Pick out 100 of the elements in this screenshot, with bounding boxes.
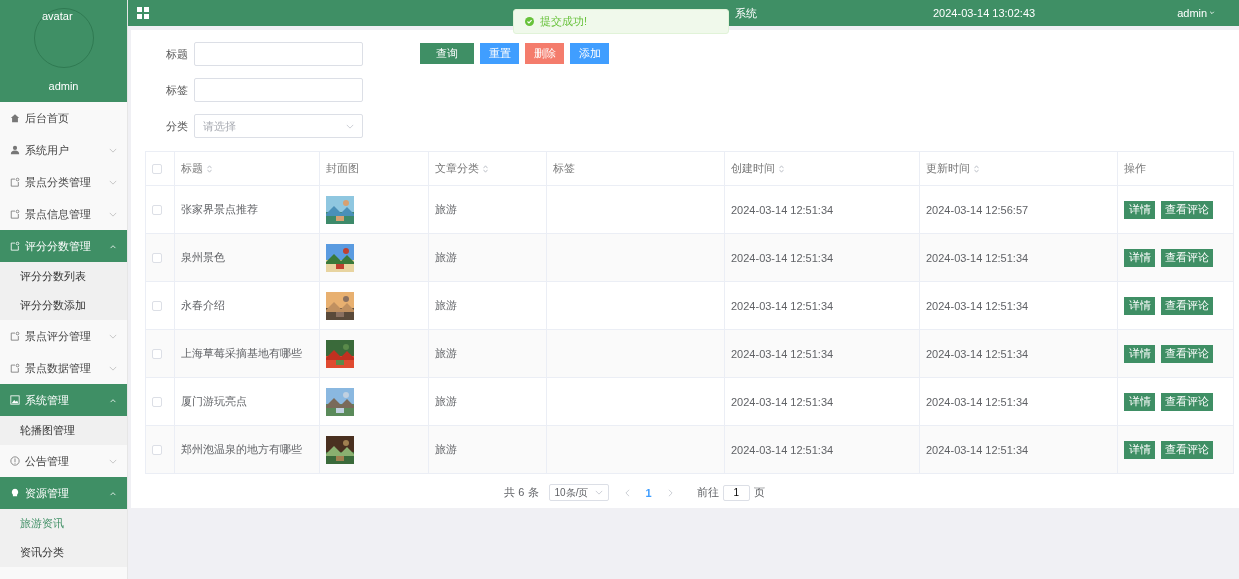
chevron-icon [109,490,117,496]
row-action-button[interactable]: 详情 [1124,200,1155,219]
table-cell: 2024-03-14 12:51:34 [926,395,1029,408]
previous-page-icon[interactable] [624,488,630,497]
table-cell: 旅游 [435,202,457,217]
app-title: 系统 [735,5,757,21]
image-icon [10,395,20,405]
table-cell: 上海草莓采摘基地有哪些 [181,346,302,361]
table-cell: 2024-03-14 12:51:34 [926,299,1029,312]
table-cell: 旅游 [435,442,457,457]
submenu-item[interactable]: 轮播图管理 [0,416,127,445]
field-label: 分类 [165,118,189,134]
action-button[interactable]: 添加 [570,43,609,64]
action-button[interactable]: 删除 [525,43,564,64]
row-action-button[interactable]: 详情 [1124,440,1155,459]
grid-icon[interactable] [137,7,149,19]
table-cell: 2024-03-14 12:51:34 [731,203,834,216]
table-cell: 泉州景色 [181,250,225,265]
column-header: 操作 [1124,161,1146,176]
table-cell: 旅游 [435,250,457,265]
input-field[interactable] [194,78,363,102]
row-action-button[interactable]: 详情 [1124,344,1155,363]
chevron-icon [109,147,117,153]
date-time: 2024-03-14 13:02:43 [933,7,1036,19]
submenu-item[interactable]: 资讯分类 [0,538,127,567]
user-menu[interactable]: admin [1177,7,1216,19]
column-header[interactable]: 文章分类 [435,161,479,176]
check-circle-icon [525,17,534,26]
row-checkbox[interactable] [152,396,162,407]
row-action-button[interactable]: 查看评论 [1161,344,1213,363]
row-action-button[interactable]: 查看评论 [1161,200,1213,219]
row-action-button[interactable]: 查看评论 [1161,392,1213,411]
sort-icon[interactable] [779,164,784,173]
document-icon [10,209,20,219]
page-input[interactable]: 1 [722,484,750,501]
bulb-icon [10,488,20,498]
page-suffix: 页 [753,485,765,500]
goto-label: 前往 [696,485,719,500]
table-cell: 2024-03-14 12:56:57 [926,203,1029,216]
sort-icon[interactable] [483,164,488,173]
column-header[interactable]: 创建时间 [731,161,775,176]
document-icon [10,363,20,373]
chevron-icon [109,333,117,339]
select-all-checkbox[interactable] [152,163,162,174]
select-field[interactable]: 请选择 [194,114,363,138]
username: admin [48,80,79,92]
table-cell: 2024-03-14 12:51:34 [731,251,834,264]
user-icon [10,145,20,155]
column-header[interactable]: 标题 [181,161,203,176]
row-action-button[interactable]: 详情 [1124,392,1155,411]
row-action-button[interactable]: 查看评论 [1161,440,1213,459]
total-count: 共 6 条 [504,485,539,500]
sort-icon[interactable] [974,164,979,173]
field-label: 标题 [165,46,189,62]
chevron-icon [109,365,117,371]
table-cell: 张家界景点推荐 [181,202,258,217]
menu-item[interactable]: 系统管理 [0,384,127,416]
table-cell: 2024-03-14 12:51:34 [926,443,1029,456]
table-cell: 2024-03-14 12:51:34 [731,299,834,312]
chevron-icon [346,123,354,129]
page-number[interactable]: 1 [645,486,652,499]
chevron-icon [109,397,117,403]
menu-item[interactable]: 资源管理 [0,477,127,509]
home-icon [10,113,20,123]
chevron-icon [109,211,117,217]
info-icon [10,456,20,466]
submenu-item[interactable]: 评分分数添加 [0,291,127,320]
input-field[interactable] [194,42,363,66]
menu-item[interactable]: 评分分数管理 [0,230,127,262]
table-cell: 2024-03-14 12:51:34 [926,347,1029,360]
row-action-button[interactable]: 详情 [1124,248,1155,267]
table-cell: 2024-03-14 12:51:34 [731,347,834,360]
submenu-item[interactable]: 评分分数列表 [0,262,127,291]
table-cell: 厦门游玩亮点 [181,394,247,409]
chevron-icon [109,179,117,185]
row-checkbox[interactable] [152,300,162,311]
chevron-icon [109,243,117,249]
table-cell: 旅游 [435,394,457,409]
row-checkbox[interactable] [152,348,162,359]
next-page-icon[interactable] [667,488,673,497]
table-cell: 2024-03-14 12:51:34 [731,395,834,408]
action-button[interactable]: 查询 [420,43,474,64]
sort-icon[interactable] [207,164,212,173]
table-cell: 2024-03-14 12:51:34 [731,443,834,456]
column-header[interactable]: 更新时间 [926,161,970,176]
submenu-item[interactable]: 旅游资讯 [0,509,127,538]
row-checkbox[interactable] [152,252,162,263]
document-icon [10,241,20,251]
caret-icon [1209,11,1216,15]
page-size-select[interactable]: 10条/页 [548,484,609,501]
row-action-button[interactable]: 查看评论 [1161,296,1213,315]
table-cell: 永春介绍 [181,298,225,313]
row-checkbox[interactable] [152,444,162,455]
row-action-button[interactable]: 详情 [1124,296,1155,315]
action-button[interactable]: 重置 [480,43,519,64]
row-action-button[interactable]: 查看评论 [1161,248,1213,267]
row-checkbox[interactable] [152,204,162,215]
table-cell: 旅游 [435,346,457,361]
table-cell: 2024-03-14 12:51:34 [926,251,1029,264]
document-icon [10,177,20,187]
